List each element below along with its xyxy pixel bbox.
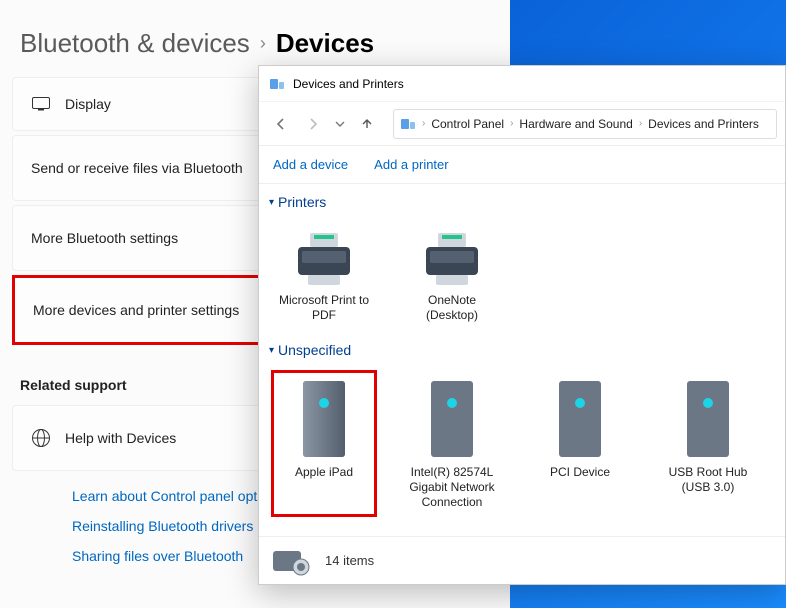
- device-tower-icon: [419, 377, 485, 461]
- breadcrumb-parent[interactable]: Bluetooth & devices: [20, 28, 250, 59]
- group-label: Printers: [278, 194, 326, 210]
- unspecified-grid: Apple iPad Intel(R) 82574L Gigabit Netwo…: [269, 364, 775, 523]
- status-text: 14 items: [325, 553, 374, 568]
- device-item-pci[interactable]: PCI Device: [527, 370, 633, 517]
- control-panel-icon: [400, 116, 416, 132]
- item-label: Microsoft Print to PDF: [278, 293, 370, 323]
- chevron-right-icon: ›: [639, 118, 642, 129]
- status-icon: [271, 545, 311, 577]
- device-tower-icon: [675, 377, 741, 461]
- settings-row-label: More Bluetooth settings: [31, 230, 178, 246]
- up-button[interactable]: [353, 110, 381, 138]
- devices-icon: [269, 76, 285, 92]
- group-printers[interactable]: ▾ Printers: [269, 188, 775, 216]
- back-button[interactable]: [267, 110, 295, 138]
- window-titlebar[interactable]: Devices and Printers: [259, 66, 785, 102]
- item-label: Intel(R) 82574L Gigabit Network Connecti…: [406, 465, 498, 510]
- settings-row-label: More devices and printer settings: [33, 302, 239, 318]
- monitor-icon: [31, 94, 51, 114]
- address-seg-3[interactable]: Devices and Printers: [648, 117, 759, 131]
- printer-icon: [416, 229, 488, 289]
- printer-icon: [288, 229, 360, 289]
- chevron-down-icon: ▾: [269, 197, 274, 208]
- chevron-right-icon: ›: [260, 33, 266, 54]
- address-seg-2[interactable]: Hardware and Sound: [519, 117, 632, 131]
- settings-row-label: Display: [65, 96, 111, 112]
- item-label: USB Root Hub (USB 3.0): [662, 465, 754, 495]
- item-label: PCI Device: [550, 465, 610, 480]
- device-tower-icon: [547, 377, 613, 461]
- recent-dropdown[interactable]: [331, 110, 349, 138]
- breadcrumb-current: Devices: [276, 28, 374, 59]
- nav-row: › Control Panel › Hardware and Sound › D…: [259, 102, 785, 146]
- group-label: Unspecified: [278, 342, 351, 358]
- window-title: Devices and Printers: [293, 77, 404, 91]
- device-item-apple-ipad[interactable]: Apple iPad: [271, 370, 377, 517]
- device-tower-icon: [291, 377, 357, 461]
- chevron-down-icon: ▾: [269, 345, 274, 356]
- chevron-right-icon: ›: [510, 118, 513, 129]
- add-device-button[interactable]: Add a device: [273, 157, 348, 172]
- device-item-intel-nic[interactable]: Intel(R) 82574L Gigabit Network Connecti…: [399, 370, 505, 517]
- content-area: ▾ Printers Microsoft Print to PDF: [259, 184, 785, 536]
- item-label: Apple iPad: [295, 465, 353, 480]
- item-label: OneNote (Desktop): [406, 293, 498, 323]
- printer-item-ms-print-pdf[interactable]: Microsoft Print to PDF: [271, 222, 377, 330]
- device-item-usb-root-hub[interactable]: USB Root Hub (USB 3.0): [655, 370, 761, 517]
- printer-item-onenote[interactable]: OneNote (Desktop): [399, 222, 505, 330]
- globe-icon: [31, 428, 51, 448]
- address-seg-1[interactable]: Control Panel: [431, 117, 504, 131]
- settings-row-label: Send or receive files via Bluetooth: [31, 160, 243, 176]
- chevron-right-icon: ›: [422, 118, 425, 129]
- add-printer-button[interactable]: Add a printer: [374, 157, 448, 172]
- forward-button[interactable]: [299, 110, 327, 138]
- group-unspecified[interactable]: ▾ Unspecified: [269, 336, 775, 364]
- help-label: Help with Devices: [65, 430, 176, 446]
- address-bar[interactable]: › Control Panel › Hardware and Sound › D…: [393, 109, 777, 139]
- status-bar: 14 items: [259, 536, 785, 584]
- devices-and-printers-window: Devices and Printers › Control Panel › H…: [258, 65, 786, 585]
- command-row: Add a device Add a printer: [259, 146, 785, 184]
- printers-grid: Microsoft Print to PDF OneNote (Desktop): [269, 216, 775, 336]
